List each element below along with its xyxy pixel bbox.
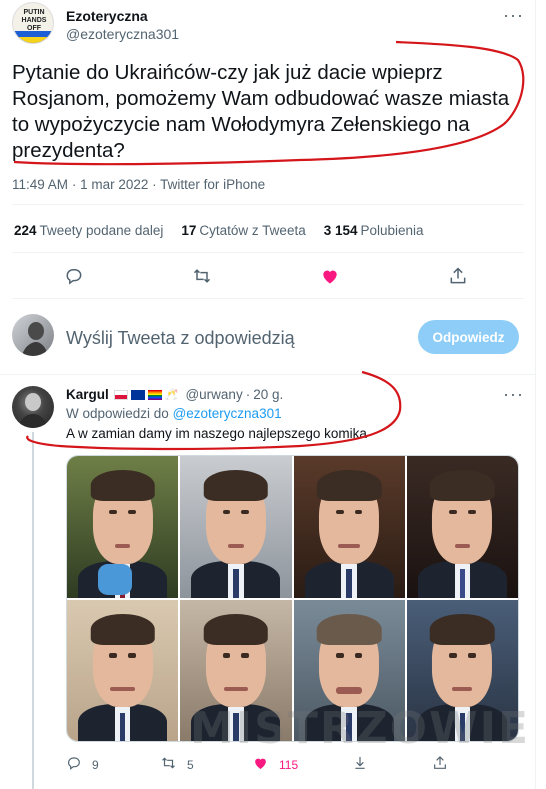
tweet-card: PUTIN HANDS OFF UKRAINE! Ezoteryczna @ez… <box>0 0 536 789</box>
red-annotation <box>13 40 525 451</box>
